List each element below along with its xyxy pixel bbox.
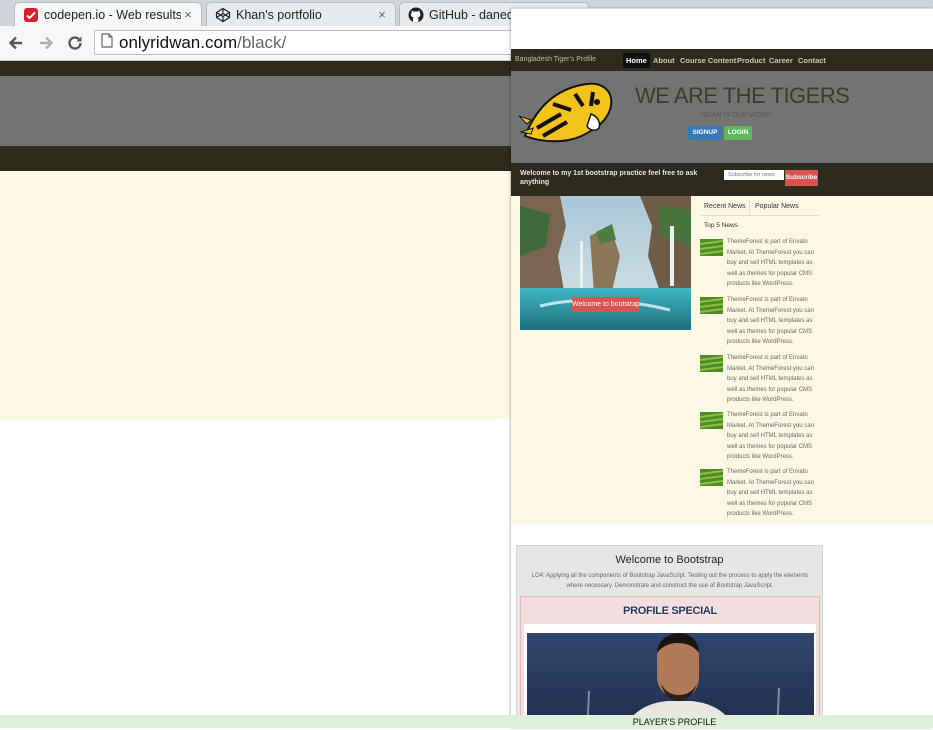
site-brand[interactable]: Bangladesh Tiger's Profile [515,56,596,63]
popup-window: Bangladesh Tiger's Profile Home About Co… [511,8,933,728]
news-thumbnail [700,412,723,429]
news-text: ThemeForest is part of Envato Market. At… [727,469,814,517]
news-thumbnail [700,239,723,256]
reload-icon [68,36,82,50]
login-button[interactable]: LOGIN [724,126,752,140]
news-text: ThemeForest is part of Envato Market. At… [727,239,814,287]
newsletter-input[interactable]: Subscribe for news [724,170,784,180]
card-description: LO4: Applying all the components of Boot… [531,573,809,589]
carousel-caption-button[interactable]: Welcome to bootstrap [572,297,640,312]
browser-tab-codepen[interactable]: codepen.io - Web results × [14,2,202,26]
players-profile-footer: PLAYER'S PROFILE [0,715,933,728]
reload-button[interactable] [63,31,87,55]
popup-titlebar [511,8,933,49]
nav-about[interactable]: About [650,53,678,68]
news-thumbnail [700,297,723,314]
news-thumbnail [700,469,723,486]
news-item[interactable]: ThemeForest is part of Envato Market. At… [700,467,820,522]
back-button[interactable] [4,31,28,55]
nav-course-content[interactable]: Course Content [677,53,739,68]
news-thumbnail [700,355,723,372]
news-item[interactable]: ThemeForest is part of Envato Market. At… [700,237,820,292]
subscribe-button[interactable]: Subscribe [785,170,818,186]
url-path: /black/ [237,32,287,52]
welcome-text: Welcome to my 1st bootstrap practice fee… [520,170,698,186]
address-bar[interactable]: onlyridwan.com/black/ [94,30,534,55]
forward-arrow-icon [40,36,54,50]
tab-title: Khan's portfolio [236,7,322,22]
tab-title: codepen.io - Web results [44,7,181,22]
nav-contact[interactable]: Contact [795,53,829,68]
bg-page-hero [0,76,512,146]
nav-product[interactable]: Product [734,53,768,68]
news-item[interactable]: ThemeForest is part of Envato Market. At… [700,295,820,350]
bg-page-navbar [0,61,512,76]
github-icon [408,7,424,23]
tabs-divider [701,215,819,216]
close-icon[interactable]: × [181,7,195,22]
hero-tagline: NGAN IS OUR WORD [701,112,772,119]
tab-popular-news[interactable]: Popular News [752,200,802,214]
player-photo [527,633,814,728]
news-item[interactable]: ThemeForest is part of Envato Market. At… [700,410,820,465]
forward-button[interactable] [34,31,58,55]
nav-home[interactable]: Home [623,53,650,68]
news-text: ThemeForest is part of Envato Market. At… [727,412,814,460]
bg-page-bar [0,146,512,171]
url-host: onlyridwan.com [119,32,238,52]
tiger-logo-icon [518,82,613,143]
profile-heading: PROFILE SPECIAL [623,605,717,617]
codepen-icon [215,7,231,23]
news-text: ThemeForest is part of Envato Market. At… [727,297,814,345]
browser-tab-portfolio[interactable]: Khan's portfolio × [206,2,396,26]
back-arrow-icon [8,36,22,50]
bg-page-content [0,171,512,419]
tab-recent-news[interactable]: Recent News [701,200,750,214]
news-item[interactable]: ThemeForest is part of Envato Market. At… [700,353,820,408]
page-icon [101,32,113,53]
news-text: ThemeForest is part of Envato Market. At… [727,355,814,403]
nav-career[interactable]: Career [766,53,796,68]
signup-button[interactable]: SIGNUP [688,126,722,140]
hero-title: WE ARE THE TIGERS [635,83,850,108]
footer-label: PLAYER'S PROFILE [632,717,717,727]
close-icon[interactable]: × [375,7,389,22]
top-news-heading: Top 5 News [704,222,738,229]
codepen-search-icon [23,7,39,23]
card-title: Welcome to Bootstrap [615,554,724,566]
